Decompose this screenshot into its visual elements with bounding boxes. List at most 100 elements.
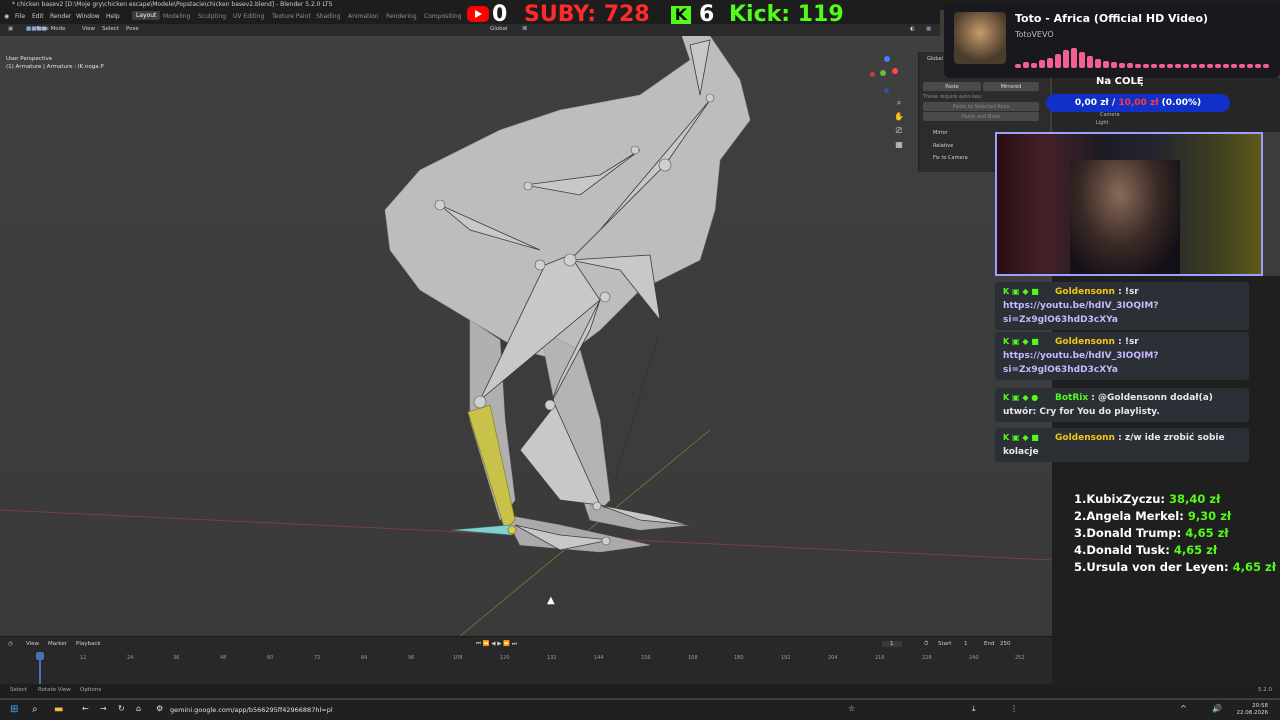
overlay-icon[interactable]: ◐ — [910, 26, 915, 32]
mode-select[interactable]: Pose Mode — [36, 26, 65, 32]
windows-start-icon[interactable]: ⊞ — [10, 704, 18, 715]
tab-animation[interactable]: Animation — [348, 13, 379, 20]
menu-window[interactable]: Window — [76, 13, 100, 20]
window-title: * chicken basev2 [D:\Moje gry\chicken es… — [12, 1, 333, 8]
menu-help[interactable]: Help — [106, 13, 120, 20]
goal-separator: / — [1108, 98, 1119, 108]
end-frame-field[interactable]: 250 — [1000, 641, 1011, 647]
status-version: 5.2.0 — [1258, 687, 1272, 693]
menu-render[interactable]: Render — [50, 13, 71, 20]
timeline-menu-marker[interactable]: Marker — [48, 641, 67, 647]
paste-mirrored-button[interactable]: Mirrored — [983, 82, 1039, 91]
outliner-item-camera[interactable]: Camera — [1100, 112, 1120, 118]
address-bar[interactable]: gemini.google.com/app/b566295ff42966887h… — [170, 706, 333, 714]
reload-icon[interactable]: ↻ — [118, 704, 125, 713]
menu-edit[interactable]: Edit — [32, 13, 44, 20]
zoom-icon[interactable]: ⌕ — [894, 98, 904, 108]
tab-shading[interactable]: Shading — [316, 13, 340, 20]
volume-icon[interactable]: 🔊 — [1212, 704, 1222, 713]
back-icon[interactable]: ← — [82, 704, 89, 713]
blender-logo-icon[interactable]: ◉ — [4, 13, 9, 20]
donor-rank: 4. — [1074, 543, 1087, 557]
tab-texture-paint[interactable]: Texture Paint — [272, 13, 311, 20]
chat-badges-icon: K ▣ ◆ ■ — [1003, 337, 1039, 346]
donor-row: 2.Angela Merkel: 9,30 zł — [1074, 508, 1274, 525]
ik-bone — [451, 524, 513, 536]
tick-label: 36 — [173, 655, 180, 661]
menu-pose[interactable]: Pose — [126, 26, 139, 32]
outliner-item-light[interactable]: Light — [1096, 120, 1108, 126]
visualizer-bar — [1263, 64, 1269, 68]
tab-modeling[interactable]: Modeling — [163, 13, 190, 20]
chat-username: Goldensonn — [1055, 433, 1115, 443]
streamer-figure — [1070, 160, 1180, 274]
navigation-gizmo[interactable] — [870, 56, 900, 96]
goal-current: 0,00 zł — [1074, 98, 1109, 108]
visualizer-bar — [1103, 61, 1109, 68]
viewport-nav-tools: ⌕ ✋ ⎚ ▦ — [894, 98, 908, 158]
status-rotate-view: Rotate View — [38, 687, 71, 693]
mouse-cursor-icon: ▲ — [547, 595, 555, 606]
chat-link: https://youtu.be/hdIV_3IOQIM?si=Zx9glO63… — [1003, 301, 1159, 325]
tab-uv-editing[interactable]: UV Editing — [233, 13, 264, 20]
tray-expand-icon[interactable]: ^ — [1180, 704, 1187, 713]
menu-view[interactable]: View — [82, 26, 95, 32]
option-relative[interactable]: Relative — [933, 143, 953, 149]
search-icon[interactable]: ⌕ — [32, 704, 38, 715]
visualizer-bar — [1199, 64, 1205, 68]
timeline-menu-view[interactable]: View — [26, 641, 39, 647]
visualizer-bar — [1167, 64, 1173, 68]
visualizer-bar — [1159, 64, 1165, 68]
menu-file[interactable]: File — [15, 13, 25, 20]
donor-amount: 4,65 zł — [1173, 543, 1218, 557]
preview-range-icon[interactable]: ⏱ — [924, 641, 928, 648]
timeline-playhead-line — [39, 656, 41, 684]
donor-amount: 4,65 zł — [1232, 560, 1276, 574]
tick-label: 120 — [500, 655, 510, 661]
start-frame-field[interactable]: 1 — [964, 641, 968, 647]
site-info-icon[interactable]: ⚙ — [156, 704, 163, 713]
paste-and-bake-button[interactable]: Paste and Bake — [923, 112, 1039, 121]
menu-select[interactable]: Select — [102, 26, 119, 32]
visualizer-bar — [1143, 64, 1149, 68]
option-fix-to-camera[interactable]: Fix to Camera — [933, 155, 968, 161]
donor-name: Donald Trump: — [1086, 526, 1186, 540]
playback-controls[interactable]: ⏮ ⏪ ◀ ▶ ⏩ ⏭ — [476, 641, 517, 648]
song-title: Toto - Africa (Official HD Video) — [1015, 12, 1209, 25]
timeline-editor[interactable]: ◷ View Marker Playback ⏮ ⏪ ◀ ▶ ⏩ ⏭ 1 ⏱ S… — [0, 636, 1052, 684]
perspective-grid-icon[interactable]: ▦ — [894, 140, 904, 150]
tab-layout[interactable]: Layout — [132, 11, 161, 20]
browser-menu-icon[interactable]: ⋮ — [1010, 704, 1018, 713]
status-select: Select — [10, 687, 27, 693]
visualizer-bar — [1071, 48, 1077, 68]
tab-rendering[interactable]: Rendering — [386, 13, 417, 20]
viewport-active-bone-label: (1) Armature | Armature : IK.noga.P — [6, 64, 104, 70]
download-icon[interactable]: ⤓ — [972, 704, 976, 714]
chat-panel: K ▣ ◆ ■ Goldensonn : !sr https://youtu.be… — [995, 280, 1253, 470]
paste-button[interactable]: Paste — [923, 82, 981, 91]
timeline-menu-playback[interactable]: Playback — [76, 641, 101, 647]
tab-compositing[interactable]: Compositing — [424, 13, 462, 20]
chat-message: K ▣ ◆ ■ Goldensonn : !sr https://youtu.be… — [995, 282, 1249, 330]
donor-rank: 5. — [1074, 560, 1087, 574]
donation-goal-title: Na COLĘ — [1096, 76, 1144, 87]
kick-viewer-count: 6 — [699, 2, 715, 27]
file-explorer-icon[interactable]: ▬ — [54, 704, 63, 715]
visualizer-bar — [1031, 63, 1037, 68]
pan-hand-icon[interactable]: ✋ — [894, 112, 904, 122]
current-frame-field[interactable]: 1 — [882, 641, 902, 647]
option-mirror[interactable]: Mirror — [933, 130, 948, 136]
editor-type-icon[interactable]: ▣ — [8, 26, 13, 32]
clock[interactable]: 20:58 22.08.2026 — [1237, 703, 1269, 717]
tick-label: 192 — [781, 655, 791, 661]
paste-selected-keys-button[interactable]: Paste to Selected Keys — [923, 102, 1039, 111]
xray-icon[interactable]: ▦ — [926, 26, 931, 32]
kick-follower-count: Kick: 119 — [729, 2, 844, 27]
timeline-editor-icon[interactable]: ◷ — [8, 641, 13, 647]
camera-view-icon[interactable]: ⎚ — [894, 126, 904, 136]
tab-sculpting[interactable]: Sculpting — [198, 13, 226, 20]
tick-label: 144 — [594, 655, 604, 661]
bookmark-star-icon[interactable]: ☆ — [848, 704, 855, 713]
forward-icon[interactable]: → — [100, 704, 107, 713]
home-icon[interactable]: ⌂ — [136, 704, 141, 713]
